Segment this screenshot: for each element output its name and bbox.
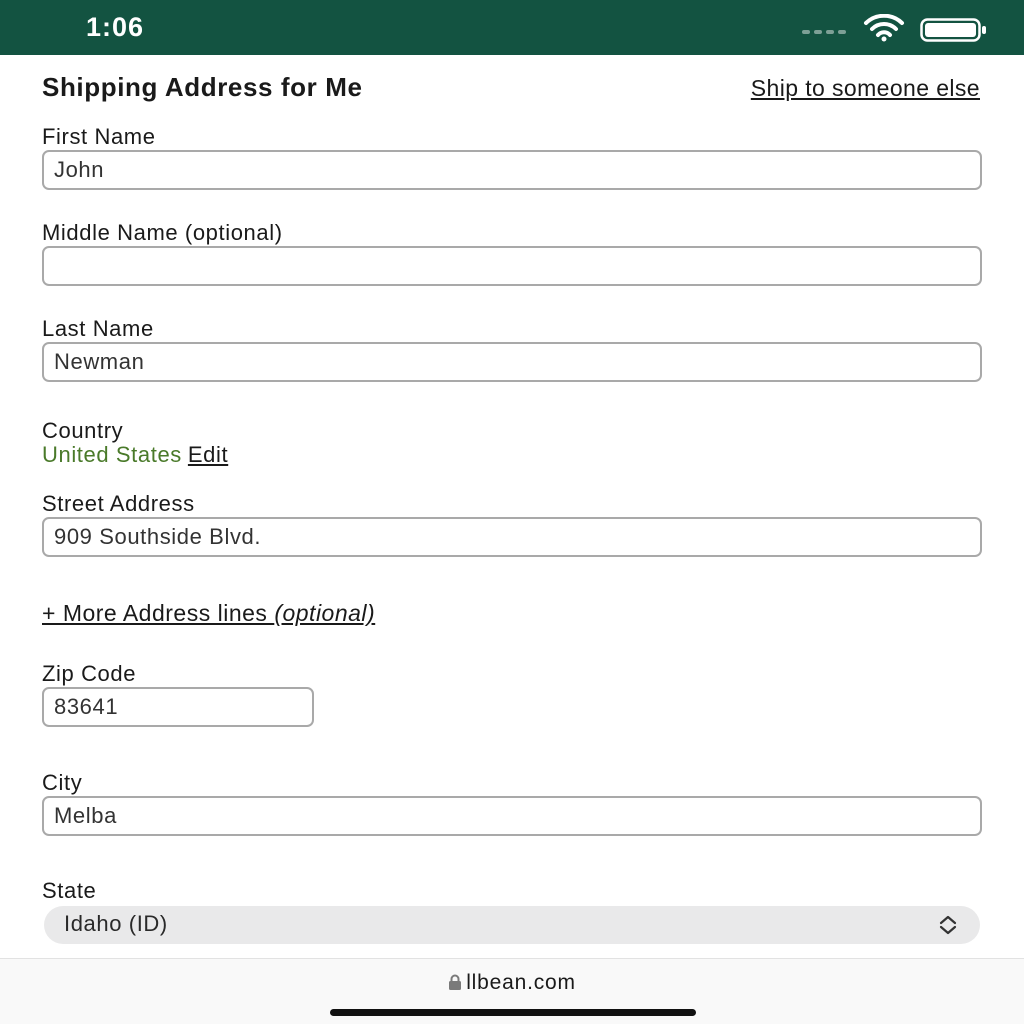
zip-code-label: Zip Code [42, 661, 137, 686]
street-address-input[interactable] [42, 517, 982, 557]
country-edit-link[interactable]: Edit [188, 442, 228, 467]
state-label: State [42, 878, 97, 903]
ship-to-someone-else-link[interactable]: Ship to someone else [751, 75, 980, 102]
screen: 1:06 Shipping Address for Me Ship to som… [0, 0, 1024, 1024]
more-address-lines-link[interactable]: + More Address lines (optional) [42, 600, 375, 627]
select-arrows-icon [939, 915, 957, 935]
url-display[interactable]: llbean.com [0, 971, 1024, 995]
first-name-input[interactable] [42, 150, 982, 190]
country-value-row: United States Edit [42, 442, 228, 468]
city-label: City [42, 770, 83, 795]
last-name-input[interactable] [42, 342, 982, 382]
last-name-label: Last Name [42, 316, 154, 341]
state-select[interactable]: Idaho (ID) [44, 906, 980, 944]
form-title: Shipping Address for Me [42, 72, 363, 102]
city-input[interactable] [42, 796, 982, 836]
status-time: 1:06 [86, 12, 145, 42]
middle-name-label: Middle Name (optional) [42, 220, 283, 245]
zip-code-input[interactable] [42, 687, 314, 727]
more-address-lines-optional: (optional) [274, 600, 376, 626]
state-select-value: Idaho (ID) [64, 911, 168, 936]
browser-url-bar[interactable]: llbean.com [0, 958, 1024, 1024]
middle-name-input[interactable] [42, 246, 982, 286]
country-value: United States [42, 442, 182, 467]
home-indicator[interactable] [330, 1009, 696, 1016]
lock-icon [449, 974, 462, 990]
first-name-label: First Name [42, 124, 156, 149]
signal-dots-icon [802, 30, 846, 34]
status-bar: 1:06 [0, 0, 1024, 55]
battery-icon [920, 18, 986, 42]
country-label: Country [42, 418, 124, 443]
wifi-icon [864, 14, 904, 42]
more-address-lines-label: + More Address lines [42, 600, 275, 626]
url-text: llbean.com [466, 971, 576, 994]
street-address-label: Street Address [42, 491, 195, 516]
